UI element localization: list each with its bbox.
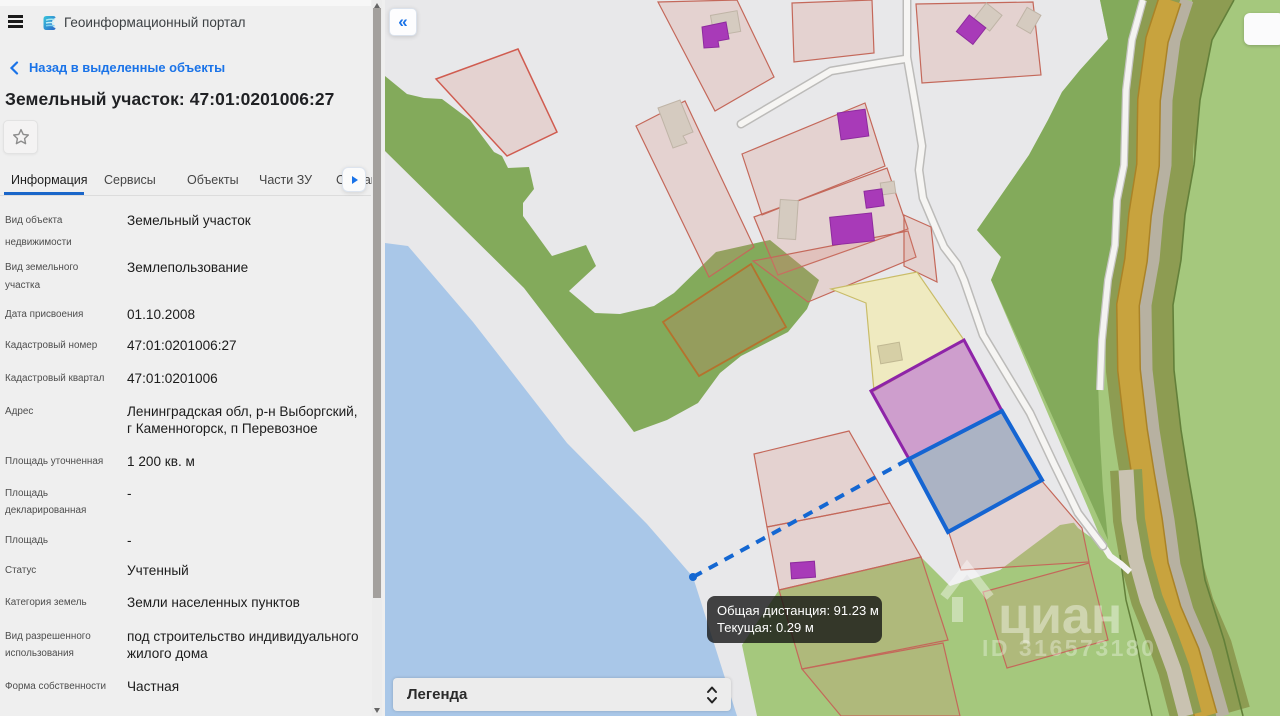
svg-text:ID 316573180: ID 316573180 [982,635,1157,661]
